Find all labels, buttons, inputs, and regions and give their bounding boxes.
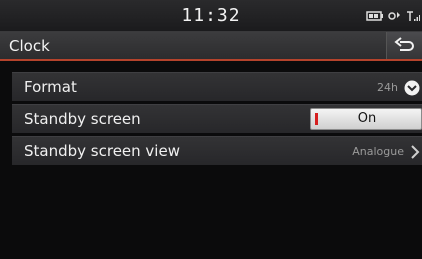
standby-screen-view-row[interactable]: Standby screen view Analogue: [12, 136, 422, 165]
format-label: Format: [24, 78, 77, 96]
format-row[interactable]: Format 24h: [12, 72, 422, 101]
toggle-state: On: [357, 111, 377, 126]
chevron-down-icon: [404, 80, 420, 96]
battery-icon: [366, 10, 384, 22]
title-bar: Clock: [0, 32, 422, 61]
settings-list: Format 24h Standby screen On Standby scr…: [12, 72, 422, 168]
standby-screen-row: Standby screen On: [12, 104, 422, 133]
format-value: 24h: [377, 81, 398, 94]
status-icons: [366, 9, 420, 23]
status-bar: 11:32: [0, 0, 422, 32]
standby-screen-toggle[interactable]: On: [310, 108, 422, 130]
back-arrow-icon: [394, 37, 414, 51]
standby-screen-label: Standby screen: [24, 110, 141, 128]
signal-icon: [406, 10, 420, 22]
status-clock: 11:32: [181, 5, 241, 26]
standby-screen-view-value: Analogue: [352, 145, 404, 158]
back-button[interactable]: [386, 32, 422, 59]
page-title: Clock: [9, 37, 50, 55]
chevron-right-icon: [411, 145, 420, 159]
bluetooth-audio-icon: [388, 10, 402, 22]
standby-screen-view-label: Standby screen view: [24, 142, 180, 160]
